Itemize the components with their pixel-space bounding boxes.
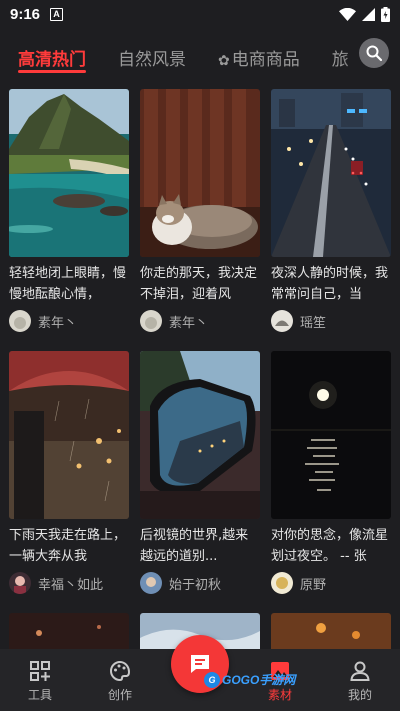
person-icon bbox=[350, 661, 370, 681]
battery-icon bbox=[381, 6, 390, 22]
post-caption: 你走的那天，我决定不掉泪，迎着风 bbox=[140, 266, 258, 302]
watermark-text: GOGO手游网 bbox=[222, 673, 296, 687]
post-thumbnail[interactable] bbox=[271, 613, 391, 653]
flower-icon: ✿ bbox=[218, 52, 230, 69]
post-caption: 对你的思念，像流星划过夜空。 -- 张 bbox=[271, 528, 389, 564]
tab-hot-label: 高清热门 bbox=[18, 50, 86, 70]
author-row[interactable]: 始于初秋 bbox=[140, 571, 260, 595]
post-card[interactable]: 对你的思念，像流星划过夜空。 -- 张 原野 bbox=[271, 351, 391, 595]
post-card[interactable]: 后视镜的世界,越来越远的道别... 始于初秋 bbox=[140, 351, 260, 595]
status-time: 9:16 bbox=[10, 5, 41, 23]
watermark: G GOGO手游网 bbox=[204, 671, 295, 688]
nav-material-label: 素材 bbox=[267, 688, 292, 702]
avatar bbox=[271, 572, 293, 594]
author-row[interactable]: 瑶笙 bbox=[271, 309, 391, 333]
post-thumbnail[interactable] bbox=[271, 89, 391, 257]
nav-create[interactable]: 创作 bbox=[80, 649, 160, 711]
post-card[interactable]: 轻轻地闭上眼睛，慢慢地酝酿心情， 素年丶 bbox=[9, 89, 129, 333]
post-caption: 后视镜的世界,越来越远的道别... bbox=[140, 528, 249, 564]
status-bar: 9:16 A bbox=[0, 0, 400, 28]
tab-hot[interactable]: 高清热门 bbox=[18, 40, 86, 80]
status-icons bbox=[339, 6, 390, 22]
post-card[interactable]: 下雨天我走在路上，一辆大奔从我 幸福丶如此 bbox=[9, 351, 129, 595]
nav-mine-label: 我的 bbox=[347, 688, 372, 702]
search-icon bbox=[366, 45, 382, 61]
post-thumbnail[interactable] bbox=[271, 351, 391, 519]
post-card[interactable] bbox=[9, 613, 129, 653]
avatar bbox=[140, 310, 162, 332]
post-caption: 轻轻地闭上眼睛，慢慢地酝酿心情， bbox=[9, 266, 127, 302]
search-button[interactable] bbox=[359, 38, 389, 68]
author-name: 原野 bbox=[300, 577, 327, 593]
notification-a-icon: A bbox=[50, 7, 64, 21]
author-name: 幸福丶如此 bbox=[38, 577, 104, 593]
post-thumbnail[interactable] bbox=[9, 89, 129, 257]
nav-tools-label: 工具 bbox=[27, 688, 52, 702]
avatar bbox=[271, 310, 293, 332]
author-row[interactable]: 素年丶 bbox=[9, 309, 129, 333]
author-name: 瑶笙 bbox=[300, 315, 327, 331]
grid-plus-icon bbox=[30, 661, 50, 681]
signal-icon bbox=[362, 7, 375, 21]
post-card[interactable]: 你走的那天，我决定不掉泪，迎着风 素年丶 bbox=[140, 89, 260, 333]
nav-create-label: 创作 bbox=[107, 688, 132, 702]
post-thumbnail[interactable] bbox=[140, 89, 260, 257]
tab-ecommerce-label: 电商商品 bbox=[231, 49, 300, 70]
avatar bbox=[9, 572, 31, 594]
post-card[interactable]: 夜深人静的时候，我常常问自己，当 瑶笙 bbox=[271, 89, 391, 333]
author-name: 素年丶 bbox=[169, 315, 209, 331]
nav-mine[interactable]: 我的 bbox=[320, 649, 400, 711]
avatar bbox=[9, 310, 31, 332]
palette-icon bbox=[110, 660, 131, 682]
wifi-icon bbox=[339, 7, 356, 21]
author-name: 素年丶 bbox=[38, 315, 78, 331]
tab-scenery-label: 自然风景 bbox=[118, 50, 186, 70]
tab-ecommerce[interactable]: ✿ 电商商品 bbox=[218, 40, 300, 80]
watermark-logo-icon: G bbox=[204, 671, 220, 688]
author-name: 始于初秋 bbox=[169, 577, 222, 593]
author-row[interactable]: 幸福丶如此 bbox=[9, 571, 129, 595]
post-caption: 夜深人静的时候，我常常问自己，当 bbox=[271, 266, 389, 302]
nav-tools[interactable]: 工具 bbox=[0, 649, 80, 711]
post-thumbnail[interactable] bbox=[9, 351, 129, 519]
post-card[interactable] bbox=[271, 613, 391, 653]
avatar bbox=[140, 572, 162, 594]
post-thumbnail[interactable] bbox=[9, 613, 129, 653]
author-row[interactable]: 原野 bbox=[271, 571, 391, 595]
post-caption: 下雨天我走在路上，一辆大奔从我 bbox=[9, 528, 127, 564]
tab-scenery[interactable]: 自然风景 bbox=[118, 40, 186, 80]
post-thumbnail[interactable] bbox=[140, 351, 260, 519]
author-row[interactable]: 素年丶 bbox=[140, 309, 260, 333]
